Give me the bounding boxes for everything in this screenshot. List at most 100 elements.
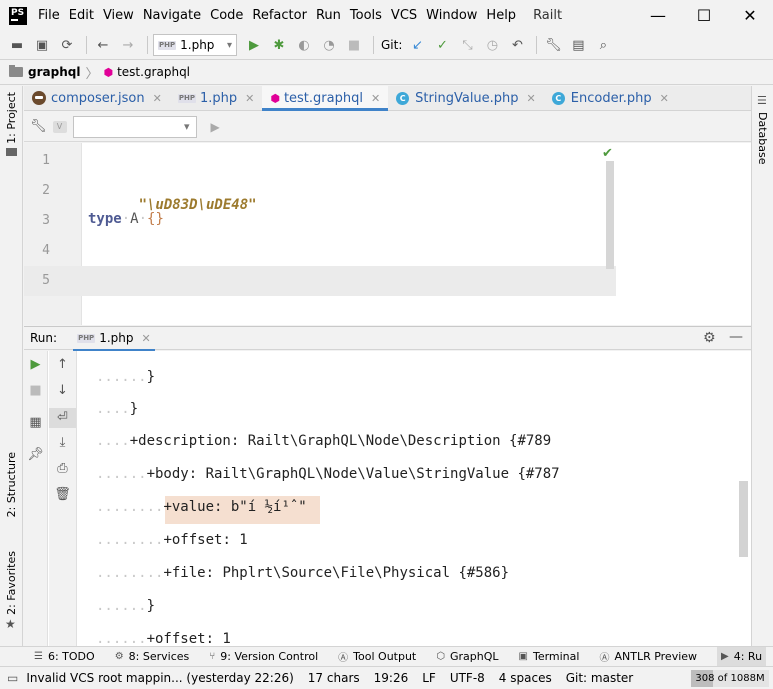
menu-tools[interactable]: Tools (346, 8, 386, 23)
pin-icon[interactable]: 📌︎ (24, 447, 47, 462)
status-message-icon[interactable]: ▭ (7, 671, 18, 685)
close-tab-icon[interactable]: ✕ (660, 92, 669, 105)
coverage-icon[interactable]: ◐ (293, 34, 315, 56)
class-icon: C (551, 91, 565, 105)
breadcrumb-file[interactable]: test.graphql (117, 65, 190, 79)
services-tool-tab[interactable]: ⚙ 8: Services (115, 650, 190, 663)
close-tab-icon[interactable]: ✕ (371, 92, 380, 105)
indent-setting[interactable]: 4 spaces (499, 671, 552, 685)
tool-output-tool-tab[interactable]: Ⓐ Tool Output (338, 649, 416, 664)
git-compare-icon[interactable]: ⤡ (456, 34, 478, 56)
git-rollback-icon[interactable]: ↶ (506, 34, 528, 56)
run-left-toolbar: ▶ ■ ▦ 📌︎ (24, 351, 48, 646)
profile-icon[interactable]: ◔ (318, 34, 340, 56)
gear-icon[interactable]: ⚙ (703, 330, 716, 346)
editor-gutter (24, 143, 82, 325)
project-tool-tab[interactable]: 1: Project (5, 92, 18, 144)
run-tool-tab[interactable]: ▶ 4: Ru (717, 646, 767, 667)
favorites-tool-tab[interactable]: 2: Favorites (5, 551, 18, 615)
editor-tab-test-graphql[interactable]: ⬢ test.graphql ✕ (262, 86, 389, 111)
output-line: ......+body: Railt\GraphQL\Node\Value\St… (96, 466, 560, 482)
editor-tab-stringvalue-php[interactable]: C StringValue.php ✕ (388, 86, 544, 110)
scroll-to-end-icon[interactable]: ⤓ (49, 435, 76, 450)
line-separator[interactable]: LF (422, 671, 436, 685)
menu-help[interactable]: Help (482, 8, 520, 23)
debug-icon[interactable]: ✱ (268, 34, 290, 56)
project-structure-icon[interactable]: ▤ (567, 34, 589, 56)
menu-code[interactable]: Code (206, 8, 247, 23)
stop-icon[interactable]: ■ (24, 383, 47, 398)
type-braces: {} (147, 211, 164, 227)
run-configuration-select[interactable]: PHP 1.php ▾ (153, 34, 237, 56)
editor-tab-1-php[interactable]: PHP 1.php ✕ (170, 86, 263, 110)
git-history-icon[interactable]: ◷ (481, 34, 503, 56)
close-tab-icon[interactable]: ✕ (245, 92, 254, 105)
forward-arrow-icon[interactable]: → (117, 34, 139, 56)
back-arrow-icon[interactable]: ← (92, 34, 114, 56)
structure-tool-tab[interactable]: 2: Structure (5, 452, 18, 517)
graphql-tool-tab[interactable]: ⬡ GraphQL (436, 650, 498, 663)
editor-scrollbar[interactable] (606, 161, 614, 269)
endpoint-select[interactable] (72, 115, 197, 138)
terminal-tool-tab[interactable]: ▣ Terminal (519, 650, 580, 663)
menu-vcs[interactable]: VCS (387, 8, 421, 23)
list-icon: ☰ (34, 651, 43, 662)
menu-run[interactable]: Run (312, 8, 345, 23)
editor-tab-composer-json[interactable]: composer.json ✕ (24, 86, 170, 110)
layout-icon[interactable]: ▦ (24, 415, 47, 430)
php-file-icon: PHP (177, 93, 196, 103)
version-control-tool-tab[interactable]: ⑂ 9: Version Control (209, 650, 318, 663)
todo-tool-tab[interactable]: ☰ 6: TODO (34, 650, 95, 663)
database-tool-tab[interactable]: Database (756, 112, 769, 165)
antlr-preview-tool-tab[interactable]: Ⓐ ANTLR Preview (599, 649, 697, 664)
minimize-panel-icon[interactable]: — (729, 329, 743, 345)
star-icon: ★ (5, 617, 16, 631)
scroll-up-icon[interactable]: ↑ (49, 357, 76, 372)
git-commit-icon[interactable]: ✓ (431, 34, 453, 56)
git-update-icon[interactable]: ↙ (406, 34, 428, 56)
graphql-icon: ⬢ (270, 91, 280, 105)
status-message[interactable]: Invalid VCS root mappin... (yesterday 22… (26, 671, 293, 685)
menu-refactor[interactable]: Refactor (248, 8, 311, 23)
run-output-scrollbar[interactable] (739, 481, 748, 557)
output-line: ........+offset: 1 (96, 532, 248, 548)
rerun-icon[interactable]: ▶ (24, 357, 47, 372)
memory-indicator[interactable]: 308 of 1088M (691, 670, 769, 687)
breadcrumb-project[interactable]: graphql (28, 65, 80, 79)
execute-query-icon[interactable]: ▶ (211, 120, 220, 134)
file-encoding[interactable]: UTF-8 (450, 671, 485, 685)
settings-wrench-icon[interactable]: 🔧︎ (542, 34, 564, 56)
sync-icon[interactable]: ⟳ (56, 34, 78, 56)
open-folder-icon[interactable]: ▬ (6, 34, 28, 56)
menu-window[interactable]: Window (422, 8, 481, 23)
wrench-icon[interactable]: 🔧︎ (30, 119, 47, 134)
scroll-down-icon[interactable]: ↓ (49, 383, 76, 398)
run-tab-label: 1.php (99, 331, 134, 345)
search-icon[interactable]: ⌕ (592, 34, 614, 56)
menu-navigate[interactable]: Navigate (139, 8, 205, 23)
maximize-window-icon[interactable]: ☐ (681, 0, 727, 31)
editor-tab-label: Encoder.php (570, 90, 652, 106)
trash-icon[interactable]: 🗑︎ (49, 487, 76, 502)
save-all-icon[interactable]: ▣ (31, 34, 53, 56)
print-icon[interactable]: ⎙ (49, 461, 76, 476)
caret-position[interactable]: 19:26 (374, 671, 409, 685)
run-tab-1-php[interactable]: PHP 1.php ✕ (73, 326, 155, 351)
git-branch[interactable]: Git: master (566, 671, 634, 685)
menu-edit[interactable]: Edit (65, 8, 98, 23)
menu-file[interactable]: File (34, 8, 64, 23)
services-icon: ⚙ (114, 651, 124, 662)
close-window-icon[interactable]: ✕ (727, 0, 773, 31)
variables-icon[interactable]: V (52, 120, 67, 133)
close-tab-icon[interactable]: ✕ (527, 92, 536, 105)
code-editor[interactable]: ✔ 1 2 3 4 5 "\uD83D\uDE48" type·A·{} (24, 143, 751, 325)
minimize-window-icon[interactable]: — (635, 0, 681, 31)
stop-icon[interactable]: ■ (343, 34, 365, 56)
run-icon[interactable]: ▶ (243, 34, 265, 56)
soft-wrap-icon[interactable]: ⏎ (49, 408, 76, 428)
close-tab-icon[interactable]: ✕ (141, 332, 150, 345)
menu-view[interactable]: View (99, 8, 138, 23)
close-tab-icon[interactable]: ✕ (153, 92, 162, 105)
composer-icon (32, 91, 46, 105)
editor-tab-encoder-php[interactable]: C Encoder.php ✕ (544, 86, 677, 110)
